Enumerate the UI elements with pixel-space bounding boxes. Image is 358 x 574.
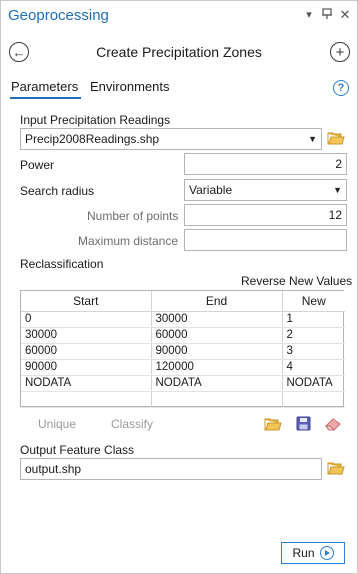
search-radius-label: Search radius <box>20 184 95 198</box>
power-label: Power <box>20 158 55 172</box>
table-cell[interactable]: 0 <box>21 311 152 328</box>
table-cell[interactable] <box>282 391 345 408</box>
table-cell[interactable]: NODATA <box>282 375 345 392</box>
folder-icon[interactable] <box>327 461 345 478</box>
tool-title: Create Precipitation Zones <box>96 44 262 60</box>
table-cell[interactable]: 1 <box>282 311 345 328</box>
table-cell[interactable]: 90000 <box>21 359 152 376</box>
run-button[interactable]: Run <box>281 542 345 564</box>
table-cell[interactable] <box>151 391 283 408</box>
plus-icon: + <box>335 43 345 61</box>
table-cell[interactable]: 3 <box>282 343 345 360</box>
unique-button[interactable]: Unique <box>38 417 76 431</box>
table-row[interactable]: 90000 120000 4 <box>21 359 345 376</box>
max-distance-label: Maximum distance <box>78 234 179 248</box>
column-header-new[interactable]: New <box>282 291 345 312</box>
table-cell[interactable]: 30000 <box>151 311 283 328</box>
active-tab-indicator <box>10 97 81 99</box>
table-cell[interactable]: 60000 <box>21 343 152 360</box>
folder-icon[interactable] <box>327 131 345 148</box>
column-header-start[interactable]: Start <box>21 291 152 312</box>
table-cell[interactable]: 60000 <box>151 327 283 344</box>
run-label: Run <box>292 546 315 560</box>
num-points-input[interactable]: 12 <box>184 204 347 226</box>
add-button[interactable]: + <box>330 42 350 62</box>
table-row[interactable]: NODATA NODATA NODATA <box>21 375 345 392</box>
table-row[interactable]: 30000 60000 2 <box>21 327 345 344</box>
tab-parameters[interactable]: Parameters <box>11 79 78 94</box>
close-icon[interactable]: ✕ <box>338 8 352 22</box>
reclassification-table: Start End New 0 30000 1 30000 60000 2 60… <box>20 290 345 408</box>
table-cell[interactable]: NODATA <box>151 375 283 392</box>
chevron-down-icon: ▼ <box>308 134 317 144</box>
pane-title: Geoprocessing <box>8 7 109 24</box>
classify-button[interactable]: Classify <box>111 417 153 431</box>
table-cell[interactable]: 2 <box>282 327 345 344</box>
pane-options-icon[interactable]: ▾ <box>302 8 316 22</box>
table-row-empty[interactable] <box>21 391 345 408</box>
table-cell[interactable]: 4 <box>282 359 345 376</box>
eraser-icon[interactable] <box>324 416 342 434</box>
column-header-end[interactable]: End <box>151 291 283 312</box>
max-distance-input[interactable] <box>184 229 347 251</box>
chevron-down-icon: ▼ <box>333 185 342 195</box>
search-radius-dropdown[interactable]: Variable ▼ <box>184 179 347 201</box>
table-cell[interactable]: 90000 <box>151 343 283 360</box>
open-folder-icon[interactable] <box>264 417 282 434</box>
input-readings-dropdown[interactable]: Precip2008Readings.shp ▼ <box>20 128 322 150</box>
reverse-new-values-button[interactable]: Reverse New Values <box>241 274 352 288</box>
table-row[interactable]: 60000 90000 3 <box>21 343 345 360</box>
table-cell[interactable]: 120000 <box>151 359 283 376</box>
num-points-label: Number of points <box>87 209 179 223</box>
tab-environments[interactable]: Environments <box>90 79 169 94</box>
input-readings-label: Input Precipitation Readings <box>20 113 171 127</box>
table-row[interactable]: 0 30000 1 <box>21 311 345 328</box>
help-icon[interactable]: ? <box>333 80 349 96</box>
table-cell[interactable]: NODATA <box>21 375 152 392</box>
power-input[interactable]: 2 <box>184 153 347 175</box>
back-button[interactable]: ← <box>9 42 29 62</box>
input-readings-value: Precip2008Readings.shp <box>25 132 160 146</box>
output-field[interactable]: output.shp <box>20 458 322 480</box>
play-icon <box>319 546 334 560</box>
table-header-row: Start End New <box>21 291 345 312</box>
table-cell[interactable] <box>21 391 152 408</box>
reclassification-label: Reclassification <box>20 257 104 271</box>
table-cell[interactable]: 30000 <box>21 327 152 344</box>
output-label: Output Feature Class <box>20 443 135 457</box>
arrow-left-icon: ← <box>12 44 26 60</box>
auto-hide-icon[interactable] <box>320 8 334 22</box>
save-icon[interactable] <box>296 416 311 434</box>
search-radius-value: Variable <box>189 183 233 197</box>
